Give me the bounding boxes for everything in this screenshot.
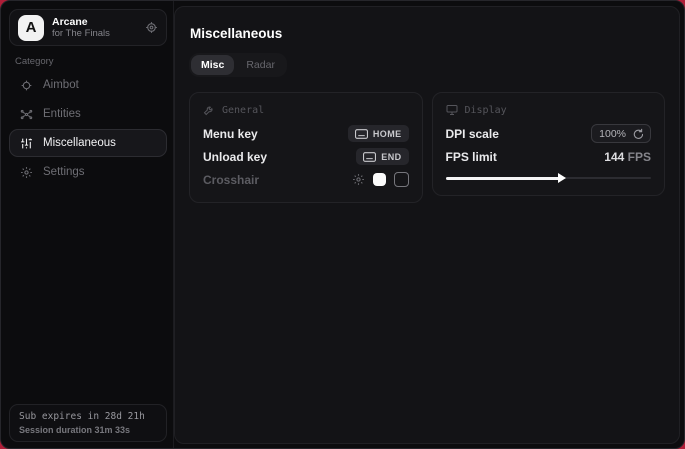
sidebar-item-label: Miscellaneous	[43, 137, 116, 149]
app-logo: A	[18, 15, 44, 41]
subscription-footer: Sub expires in 28d 21h Session duration …	[9, 404, 167, 442]
crosshair-settings-gear-icon[interactable]	[352, 173, 365, 186]
menu-key-value: HOME	[373, 129, 402, 139]
main-panel: Miscellaneous Misc Radar General Menu ke…	[174, 6, 680, 444]
unload-key-bind-button[interactable]: END	[356, 148, 408, 165]
tab-misc[interactable]: Misc	[191, 55, 234, 75]
crosshair-row: Crosshair	[203, 168, 409, 191]
slider-thumb[interactable]	[558, 173, 566, 183]
sidebar-item-label: Settings	[43, 166, 85, 178]
general-card: General Menu key HOME	[189, 92, 423, 203]
gear-icon	[19, 166, 33, 179]
wrench-icon	[203, 104, 215, 116]
dpi-scale-value: 100%	[599, 128, 626, 140]
menu-key-row: Menu key HOME	[203, 122, 409, 145]
fps-limit-value: 144 FPS	[604, 150, 651, 164]
sub-expiry-text: Sub expires in 28d 21h	[19, 410, 157, 424]
crosshair-controls	[352, 172, 409, 187]
sidebar-item-settings[interactable]: Settings	[9, 158, 167, 186]
sidebar-nav: Aimbot Entities	[9, 71, 167, 187]
fps-limit-row: FPS limit 144 FPS	[446, 145, 652, 168]
sliders-icon	[19, 137, 33, 150]
session-duration-text: Session duration 31m 33s	[19, 424, 157, 436]
app-window: A Arcane for The Finals Category	[0, 0, 685, 449]
display-card-header: Display	[446, 104, 652, 116]
unload-key-label: Unload key	[203, 150, 267, 164]
target-icon[interactable]	[145, 21, 158, 34]
cards-row: General Menu key HOME	[189, 92, 665, 203]
monitor-icon	[446, 104, 458, 116]
menu-key-bind-button[interactable]: HOME	[348, 125, 409, 142]
page-title: Miscellaneous	[190, 26, 665, 41]
sidebar-item-aimbot[interactable]: Aimbot	[9, 71, 167, 99]
sidebar: A Arcane for The Finals Category	[1, 1, 174, 448]
keyboard-icon	[363, 152, 376, 162]
refresh-icon	[632, 128, 643, 139]
app-subtitle: for The Finals	[52, 28, 145, 40]
app-header-card: A Arcane for The Finals	[9, 9, 167, 46]
crosshair-label: Crosshair	[203, 173, 259, 187]
tab-radar[interactable]: Radar	[236, 55, 285, 75]
sidebar-item-label: Aimbot	[43, 79, 79, 91]
crosshair-color-swatch[interactable]	[373, 173, 386, 186]
unload-key-row: Unload key END	[203, 145, 409, 168]
crosshair-enable-checkbox[interactable]	[394, 172, 409, 187]
sidebar-item-miscellaneous[interactable]: Miscellaneous	[9, 129, 167, 157]
dpi-scale-select[interactable]: 100%	[591, 124, 651, 143]
unload-key-value: END	[381, 152, 401, 162]
menu-key-label: Menu key	[203, 127, 258, 141]
sidebar-item-label: Entities	[43, 108, 81, 120]
app-name: Arcane	[52, 16, 145, 28]
sidebar-item-entities[interactable]: Entities	[9, 100, 167, 128]
keyboard-icon	[355, 129, 368, 139]
general-card-title: General	[222, 105, 264, 116]
category-label: Category	[15, 56, 54, 67]
general-card-header: General	[203, 104, 409, 116]
slider-fill	[446, 177, 561, 180]
crosshair-icon	[19, 79, 33, 92]
dpi-scale-label: DPI scale	[446, 127, 499, 141]
display-card-title: Display	[465, 105, 507, 116]
app-titles: Arcane for The Finals	[52, 16, 145, 40]
fps-limit-slider[interactable]	[446, 172, 652, 184]
fps-limit-label: FPS limit	[446, 150, 497, 164]
entities-icon	[19, 108, 33, 121]
dpi-scale-row: DPI scale 100%	[446, 122, 652, 145]
tab-bar: Misc Radar	[189, 53, 287, 77]
display-card: Display DPI scale 100%	[432, 92, 666, 196]
